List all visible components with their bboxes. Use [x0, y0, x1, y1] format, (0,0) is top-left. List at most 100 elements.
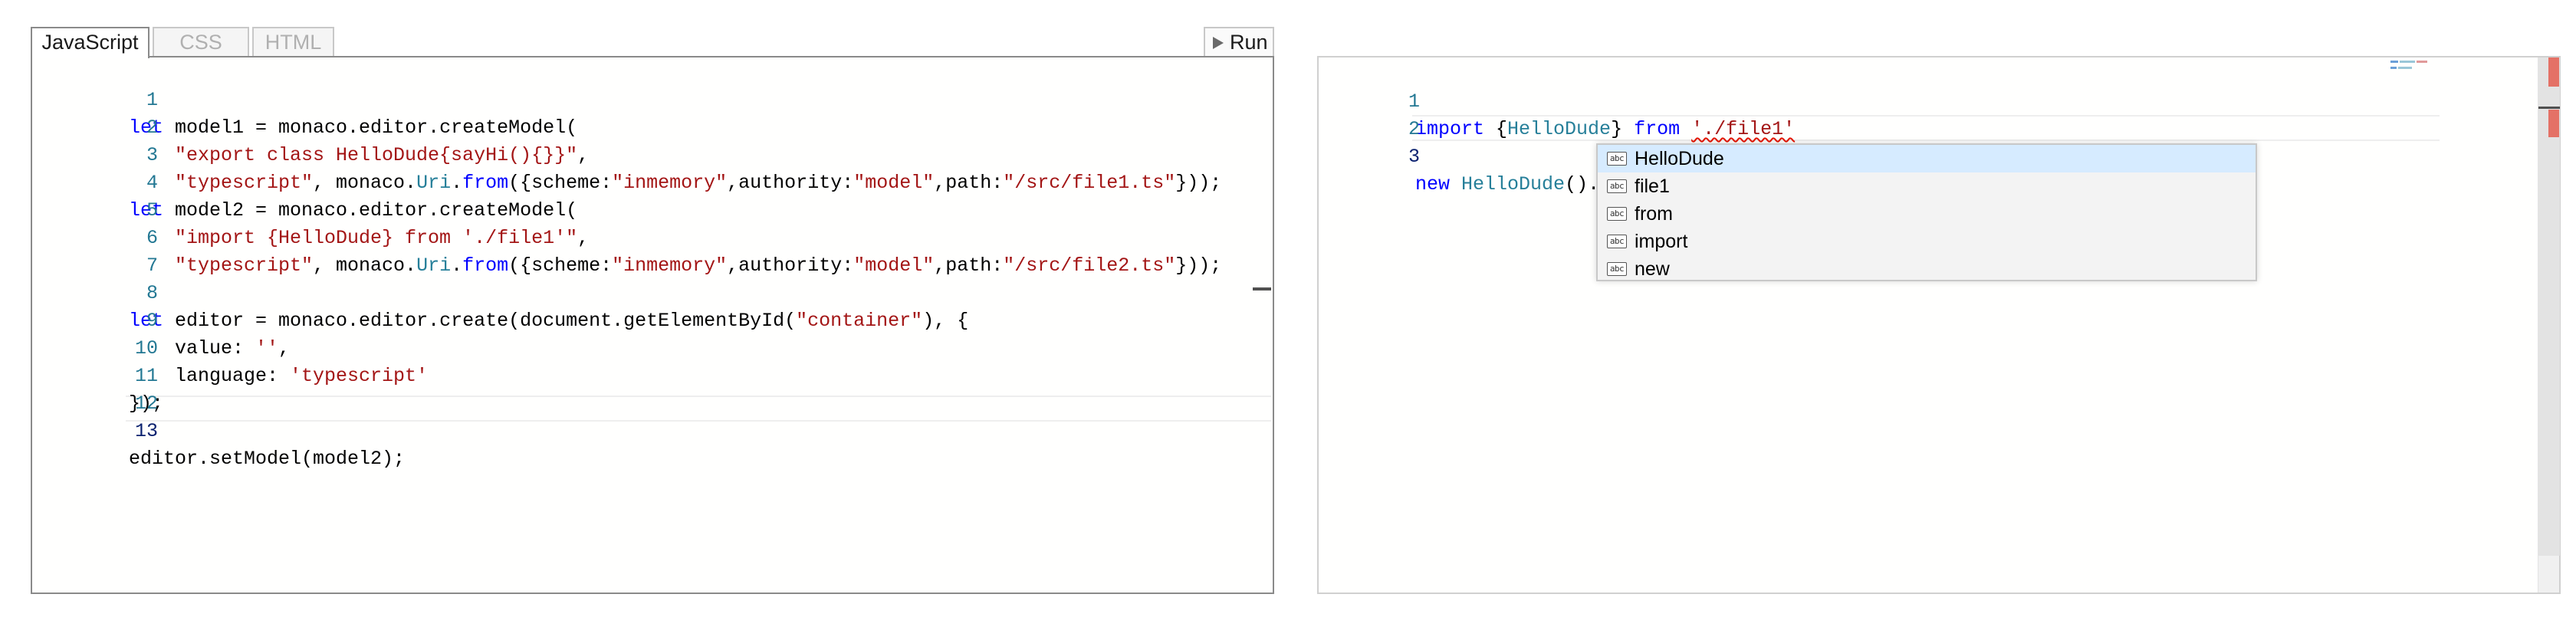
tab-javascript[interactable]: JavaScript — [31, 27, 150, 58]
code-line: 1 let model1 = monaco.editor.createModel… — [32, 59, 577, 139]
suggestion-item[interactable]: abc HelloDude — [1598, 145, 2256, 172]
text-word-icon: abc — [1607, 262, 1627, 276]
current-line-highlight — [126, 396, 1271, 422]
line-number: 3 — [146, 144, 159, 166]
tab-css[interactable]: CSS — [153, 27, 249, 56]
code-token: new — [1415, 173, 1451, 195]
code-token: "container" — [796, 310, 923, 332]
code-token: HelloDude — [1507, 118, 1612, 140]
code-token: '' — [255, 337, 279, 359]
line-number: 1 — [1408, 90, 1421, 113]
code-token: ({scheme: — [508, 172, 613, 194]
error-marker — [2548, 110, 2559, 137]
code-token: , — [577, 227, 590, 249]
code-line: 10 language: 'typescript' — [32, 307, 428, 387]
line-number: 2 — [146, 117, 159, 139]
text-word-icon: abc — [1607, 207, 1627, 221]
code-token: , — [577, 144, 590, 166]
vertical-scrollbar[interactable] — [2538, 57, 2560, 593]
code-token: "model" — [853, 254, 935, 277]
code-token: , — [278, 337, 291, 359]
code-editor-panel: JavaScript CSS HTML Run 1 let model1 = m… — [31, 27, 1274, 594]
code-token: ,path: — [934, 254, 1004, 277]
code-token: editor.setModel(model2); — [129, 448, 406, 470]
code-token: (). — [1565, 173, 1600, 195]
code-token: language: — [175, 365, 291, 387]
code-token: from — [1634, 118, 1681, 140]
code-token: ,path: — [934, 172, 1004, 194]
run-button-label: Run — [1230, 31, 1268, 54]
line-number: 13 — [135, 420, 159, 442]
code-token: "typescript" — [175, 172, 314, 194]
line-number: 12 — [135, 392, 159, 415]
suggestion-item[interactable]: abc import — [1598, 228, 2256, 255]
code-token: value: — [175, 337, 256, 359]
text-word-icon: abc — [1607, 235, 1627, 248]
code-token: from — [462, 254, 509, 277]
code-token: "import {HelloDude} from './file1'" — [175, 227, 578, 249]
overview-ruler-cursor — [2538, 107, 2560, 109]
code-line: 11 }); — [32, 335, 163, 415]
code-token: { — [1484, 118, 1508, 140]
code-token: . — [451, 172, 463, 194]
suggestion-label: file1 — [1635, 176, 1670, 197]
code-token: model1 = monaco.editor.createModel( — [163, 117, 578, 139]
code-token: "/src/file2.ts" — [1003, 254, 1176, 277]
suggestion-label: from — [1635, 203, 1673, 225]
code-token: "export class HelloDude{sayHi(){}}" — [175, 144, 578, 166]
line-number: 11 — [135, 365, 159, 387]
line-number: 1 — [146, 89, 159, 111]
code-token: "model" — [853, 172, 935, 194]
line-number: 2 — [1408, 118, 1421, 140]
play-icon — [1213, 37, 1224, 49]
suggestion-item[interactable]: abc new — [1598, 255, 2256, 280]
code-line: 12 — [32, 363, 158, 415]
tab-html[interactable]: HTML — [252, 27, 334, 56]
code-token: . — [451, 254, 463, 277]
preview-editor[interactable]: 1 import {HelloDude} from './file1' 2 3 … — [1317, 56, 2561, 594]
suggestion-item[interactable]: abc from — [1598, 200, 2256, 228]
code-token: "/src/file1.ts" — [1003, 172, 1176, 194]
code-token: })); — [1175, 254, 1222, 277]
code-line: 2 "export class HelloDude{sayHi(){}}", — [32, 87, 589, 166]
text-word-icon: abc — [1607, 152, 1627, 166]
line-number: 9 — [146, 310, 159, 332]
line-number: 4 — [146, 172, 159, 194]
error-squiggle-token: './file1' — [1691, 118, 1796, 140]
line-number: 3 — [1408, 146, 1421, 168]
code-line: 4 let model2 = monaco.editor.createModel… — [32, 142, 577, 222]
code-line: 3 "typescript", monaco.Uri.from({scheme:… — [32, 114, 1221, 194]
line-number: 7 — [146, 254, 159, 277]
suggestion-item[interactable]: abc file1 — [1598, 172, 2256, 200]
code-token: Uri — [416, 254, 452, 277]
code-token: ), { — [922, 310, 969, 332]
code-token: "inmemory" — [612, 254, 728, 277]
code-token: 'typescript' — [290, 365, 429, 387]
code-token: , monaco. — [313, 172, 417, 194]
code-token: })); — [1175, 172, 1222, 194]
code-token: "inmemory" — [612, 172, 728, 194]
code-line: 7 — [32, 225, 158, 277]
suggestion-label: new — [1635, 258, 1670, 280]
code-line: 8 let editor = monaco.editor.create(docu… — [32, 252, 968, 332]
text-word-icon: abc — [1607, 179, 1627, 193]
code-token: "typescript" — [175, 254, 314, 277]
code-token: ({scheme: — [508, 254, 613, 277]
code-token: , monaco. — [313, 254, 417, 277]
code-line: 1 import {HelloDude} from './file1' — [1319, 61, 1795, 140]
code-token: from — [462, 172, 509, 194]
line-number: 10 — [135, 337, 159, 359]
code-token: model2 = monaco.editor.createModel( — [163, 199, 578, 222]
javascript-editor[interactable]: 1 let model1 = monaco.editor.createModel… — [31, 56, 1274, 594]
code-line: 3 new HelloDude(). — [1319, 116, 1603, 196]
run-button[interactable]: Run — [1204, 27, 1274, 56]
line-number: 5 — [146, 199, 159, 222]
suggestion-label: HelloDude — [1635, 148, 1724, 169]
code-line: 5 "import {HelloDude} from './file1'", — [32, 169, 589, 249]
error-marker — [2548, 57, 2559, 87]
minimap[interactable] — [2390, 61, 2444, 70]
code-token: editor = monaco.editor.create(document.g… — [163, 310, 797, 332]
code-token: import — [1415, 118, 1485, 140]
suggestion-label: import — [1635, 231, 1688, 252]
